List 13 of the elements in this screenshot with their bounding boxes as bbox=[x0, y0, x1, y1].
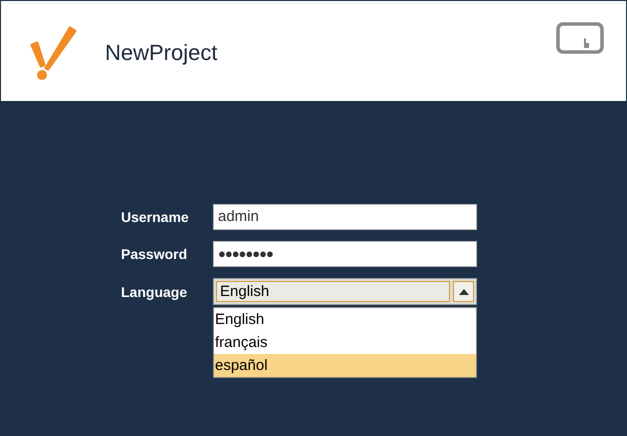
caret-icon bbox=[458, 288, 470, 296]
dropdown-toggle-button[interactable] bbox=[453, 281, 474, 302]
touch-screen-icon[interactable] bbox=[556, 22, 604, 54]
language-dropdown[interactable]: English bbox=[216, 281, 450, 302]
language-option[interactable]: English bbox=[214, 308, 476, 331]
password-label: Password bbox=[121, 246, 188, 262]
username-field[interactable]: admin bbox=[213, 204, 477, 230]
language-option[interactable]: français bbox=[214, 331, 476, 354]
password-field[interactable]: ●●●●●●●● bbox=[213, 241, 477, 267]
username-label: Username bbox=[121, 209, 190, 225]
app-title: NewProject bbox=[105, 40, 218, 66]
language-label: Language bbox=[121, 284, 188, 300]
language-option[interactable]: español bbox=[214, 354, 476, 377]
